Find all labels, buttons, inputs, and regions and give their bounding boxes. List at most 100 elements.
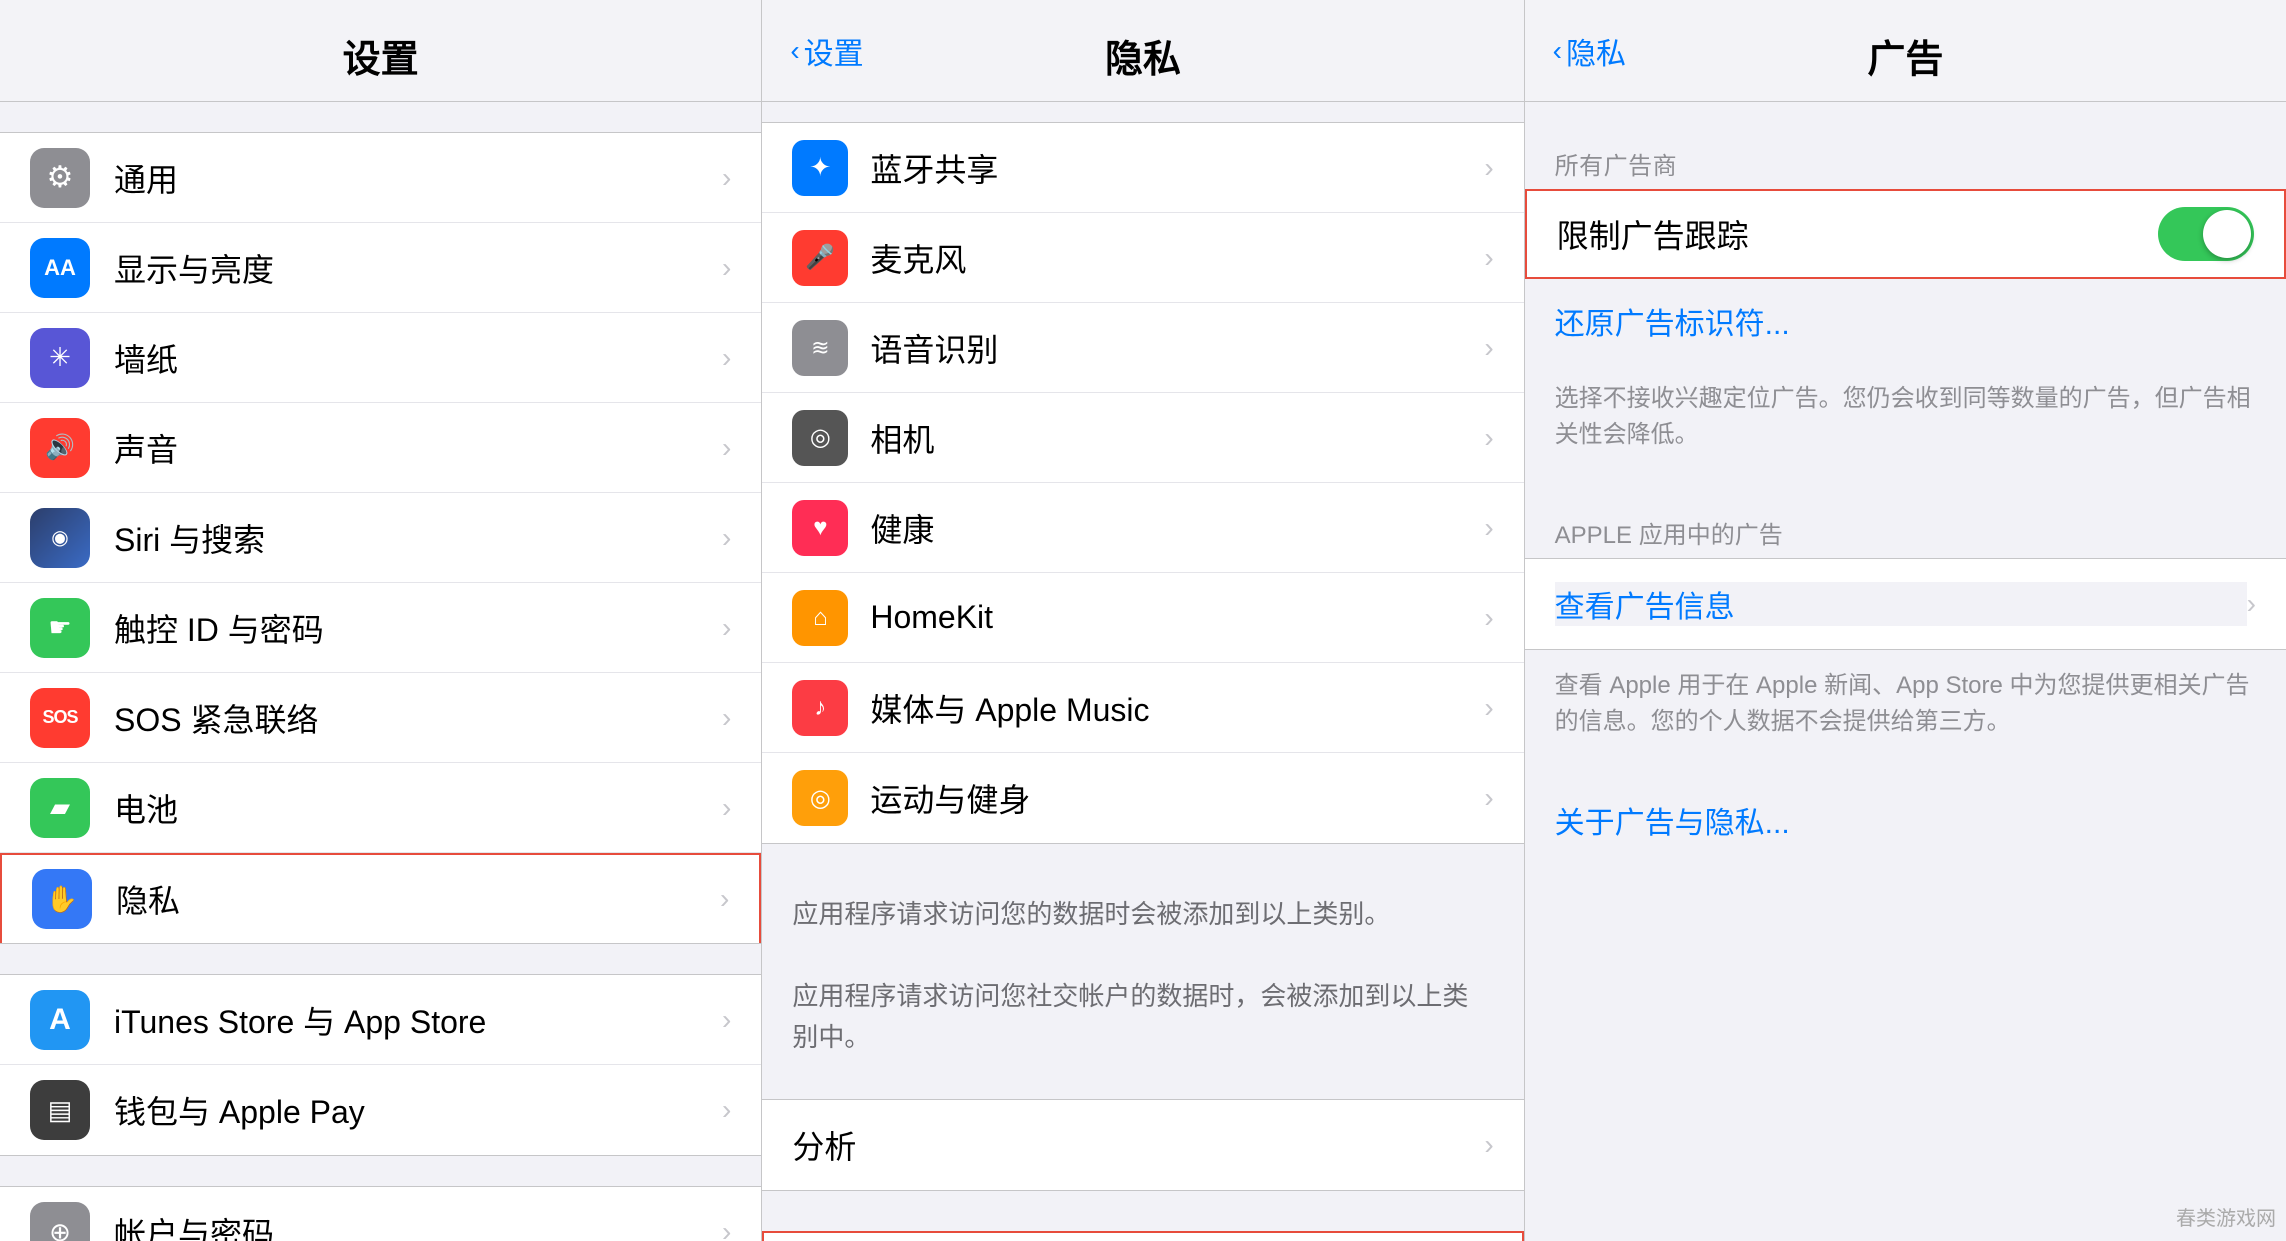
privacy-panel: ‹ 设置 隐私 ✦ 蓝牙共享 › 🎤 麦克风 › ≋ 语音识别 › <box>762 0 1524 1241</box>
all-advertisers-header: 所有广告商 <box>1525 122 2286 189</box>
display-icon: AA <box>30 238 90 298</box>
view-ad-chevron: › <box>2247 588 2256 620</box>
fitness-chevron: › <box>1484 782 1493 814</box>
ads-header: ‹ 隐私 广告 <box>1525 0 2286 102</box>
privacy-row-bluetooth[interactable]: ✦ 蓝牙共享 › <box>762 123 1523 213</box>
privacy-header: ‹ 设置 隐私 <box>762 0 1523 102</box>
reset-ad-description: 选择不接收兴趣定位广告。您仍会收到同等数量的广告，但广告相关性会降低。 <box>1525 363 2286 471</box>
homekit-label: HomeKit <box>870 599 1484 636</box>
siri-icon: ◉ <box>30 508 90 568</box>
about-ad-privacy-link[interactable]: 关于广告与隐私... <box>1525 778 2286 862</box>
siri-chevron: › <box>722 522 731 554</box>
settings-row-sound[interactable]: 🔊 声音 › <box>0 403 761 493</box>
settings-list: ⚙ 通用 › AA 显示与亮度 › ✳ 墙纸 › 🔊 声音 › <box>0 102 761 1241</box>
general-chevron: › <box>722 162 731 194</box>
privacy-row-speech[interactable]: ≋ 语音识别 › <box>762 303 1523 393</box>
speech-icon: ≋ <box>792 320 848 376</box>
settings-row-itunes[interactable]: A iTunes Store 与 App Store › <box>0 975 761 1065</box>
wallpaper-icon: ✳ <box>30 328 90 388</box>
privacy-row-fitness[interactable]: ◎ 运动与健身 › <box>762 753 1523 843</box>
privacy-row-homekit[interactable]: ⌂ HomeKit › <box>762 573 1523 663</box>
privacy-back-label: 设置 <box>804 29 864 73</box>
ads-panel: ‹ 隐私 广告 所有广告商 限制广告跟踪 还原广告标识符... 选择不接收兴趣定… <box>1525 0 2286 1241</box>
limit-ad-tracking-label: 限制广告跟踪 <box>1557 211 2158 257</box>
microphone-icon: 🎤 <box>792 230 848 286</box>
privacy-row-analytics[interactable]: 分析 › <box>762 1100 1523 1190</box>
battery-icon: ▰ <box>30 778 90 838</box>
settings-row-siri[interactable]: ◉ Siri 与搜索 › <box>0 493 761 583</box>
privacy-section-ads: 广告 › <box>762 1231 1523 1241</box>
settings-row-battery[interactable]: ▰ 电池 › <box>0 763 761 853</box>
back-chevron-icon: ‹ <box>790 35 799 67</box>
media-chevron: › <box>1484 692 1493 724</box>
settings-panel: 设置 ⚙ 通用 › AA 显示与亮度 › ✳ 墙纸 › 🔊 <box>0 0 762 1241</box>
privacy-row-ads[interactable]: 广告 › <box>764 1233 1521 1241</box>
limit-ad-tracking-toggle[interactable] <box>2158 207 2254 261</box>
settings-section-main: ⚙ 通用 › AA 显示与亮度 › ✳ 墙纸 › 🔊 声音 › <box>0 132 761 944</box>
media-icon: ♪ <box>792 680 848 736</box>
speech-label: 语音识别 <box>870 325 1484 371</box>
media-label: 媒体与 Apple Music <box>870 685 1484 731</box>
privacy-section-analytics: 分析 › <box>762 1099 1523 1191</box>
limit-ad-tracking-row: 限制广告跟踪 <box>1525 189 2286 279</box>
privacy-row-microphone[interactable]: 🎤 麦克风 › <box>762 213 1523 303</box>
fitness-icon: ◎ <box>792 770 848 826</box>
settings-title: 设置 <box>343 39 419 81</box>
settings-row-general[interactable]: ⚙ 通用 › <box>0 133 761 223</box>
reset-ad-identifier-link[interactable]: 还原广告标识符... <box>1525 279 2286 363</box>
wallet-label: 钱包与 Apple Pay <box>114 1087 722 1133</box>
privacy-note2: 应用程序请求访问您社交帐户的数据时，会被添加到以上类别中。 <box>762 956 1523 1079</box>
health-icon: ♥ <box>792 500 848 556</box>
touchid-label: 触控 ID 与密码 <box>114 605 722 651</box>
display-chevron: › <box>722 252 731 284</box>
settings-row-account[interactable]: ⊕ 帐户与密码 › <box>0 1187 761 1241</box>
settings-row-sos[interactable]: SOS SOS 紧急联络 › <box>0 673 761 763</box>
view-ad-description: 查看 Apple 用于在 Apple 新闻、App Store 中为您提供更相关… <box>1525 650 2286 758</box>
privacy-list: ✦ 蓝牙共享 › 🎤 麦克风 › ≋ 语音识别 › ◎ 相机 › <box>762 102 1523 1241</box>
settings-row-wallet[interactable]: ▤ 钱包与 Apple Pay › <box>0 1065 761 1155</box>
sound-icon: 🔊 <box>30 418 90 478</box>
privacy-row-media[interactable]: ♪ 媒体与 Apple Music › <box>762 663 1523 753</box>
wallpaper-chevron: › <box>722 342 731 374</box>
account-label: 帐户与密码 <box>114 1209 722 1241</box>
toggle-knob <box>2203 210 2251 258</box>
settings-row-privacy[interactable]: ✋ 隐私 › <box>0 853 761 943</box>
view-ad-info-section: 查看广告信息 › <box>1525 558 2286 650</box>
homekit-icon: ⌂ <box>792 590 848 646</box>
apple-ads-section-header: APPLE 应用中的广告 <box>1525 491 2286 558</box>
bluetooth-chevron: › <box>1484 152 1493 184</box>
health-label: 健康 <box>870 505 1484 551</box>
watermark: 春类游戏网 <box>2176 1202 2276 1231</box>
wallet-chevron: › <box>722 1094 731 1126</box>
sound-chevron: › <box>722 432 731 464</box>
bluetooth-icon: ✦ <box>792 140 848 196</box>
touchid-chevron: › <box>722 612 731 644</box>
general-icon: ⚙ <box>30 148 90 208</box>
sos-icon: SOS <box>30 688 90 748</box>
privacy-row-health[interactable]: ♥ 健康 › <box>762 483 1523 573</box>
privacy-row-camera[interactable]: ◎ 相机 › <box>762 393 1523 483</box>
settings-row-touchid[interactable]: ☛ 触控 ID 与密码 › <box>0 583 761 673</box>
wallet-icon: ▤ <box>30 1080 90 1140</box>
siri-label: Siri 与搜索 <box>114 515 722 561</box>
ads-back-button[interactable]: ‹ 隐私 <box>1553 29 1626 73</box>
settings-row-display[interactable]: AA 显示与亮度 › <box>0 223 761 313</box>
battery-label: 电池 <box>114 785 722 831</box>
battery-chevron: › <box>722 792 731 824</box>
camera-chevron: › <box>1484 422 1493 454</box>
privacy-note1: 应用程序请求访问您的数据时会被添加到以上类别。 <box>762 874 1523 956</box>
camera-icon: ◎ <box>792 410 848 466</box>
privacy-back-button[interactable]: ‹ 设置 <box>790 29 863 73</box>
ads-back-chevron-icon: ‹ <box>1553 35 1562 67</box>
settings-row-wallpaper[interactable]: ✳ 墙纸 › <box>0 313 761 403</box>
analytics-chevron: › <box>1484 1129 1493 1161</box>
health-chevron: › <box>1484 512 1493 544</box>
display-label: 显示与亮度 <box>114 245 722 291</box>
bluetooth-label: 蓝牙共享 <box>870 145 1484 191</box>
microphone-label: 麦克风 <box>870 235 1484 281</box>
view-ad-info-link[interactable]: 查看广告信息 <box>1555 582 2247 626</box>
itunes-label: iTunes Store 与 App Store <box>114 997 722 1043</box>
itunes-chevron: › <box>722 1004 731 1036</box>
view-ad-info-row[interactable]: 查看广告信息 › <box>1525 559 2286 649</box>
privacy-label: 隐私 <box>116 876 720 922</box>
